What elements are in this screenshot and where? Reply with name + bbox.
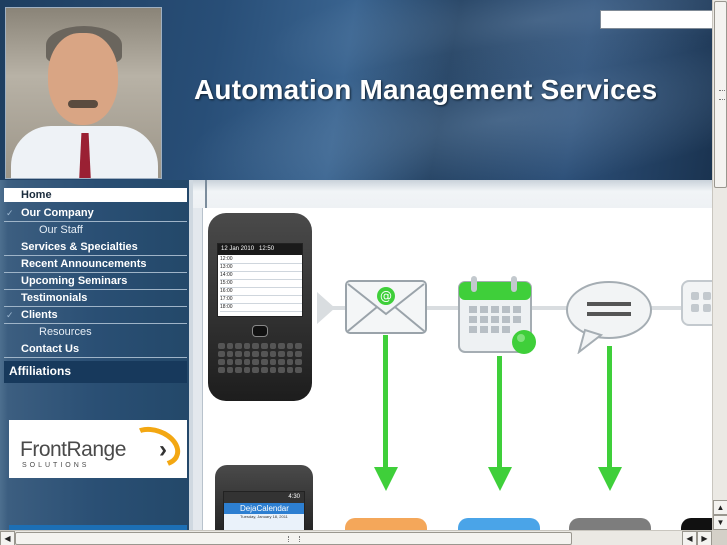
nav-item-label: Our Company bbox=[21, 207, 94, 219]
vertical-scrollbar[interactable]: ▲ ▼ bbox=[712, 0, 727, 530]
down-arrow-icon bbox=[383, 335, 388, 471]
sidebar: Home ✓ Our Company Our Staff Services & S… bbox=[0, 180, 193, 530]
nav-item-label: Testimonials bbox=[21, 292, 88, 304]
phone-status-date: 12 Jan 2010 bbox=[221, 246, 255, 252]
frontrange-logo[interactable]: FrontRange SOLUTIONS › bbox=[9, 419, 187, 478]
nav-item-label: Our Staff bbox=[39, 224, 83, 236]
logo-arc-icon bbox=[122, 419, 186, 475]
chevron-right-icon: › bbox=[159, 436, 167, 463]
calendar-row: 17:00 bbox=[220, 296, 302, 304]
calendar-row: 14:00 bbox=[220, 272, 302, 280]
vertical-scroll-thumb[interactable] bbox=[714, 1, 727, 188]
browser-viewport: Automation Management Services Home ✓ Our… bbox=[0, 0, 712, 530]
nav-item-label: Contact Us bbox=[21, 343, 80, 355]
scroll-left-button-2[interactable]: ◀ bbox=[682, 531, 697, 545]
expand-check-icon: ✓ bbox=[6, 208, 14, 218]
nav-item-label: Clients bbox=[21, 309, 58, 321]
nav-item-clients[interactable]: ✓ Clients bbox=[4, 307, 187, 324]
calendar-icon bbox=[455, 274, 543, 366]
scroll-up-button[interactable]: ▲ bbox=[713, 500, 727, 515]
nav-item-label: Upcoming Seminars bbox=[21, 275, 128, 287]
nav-item-label: Services & Specialties bbox=[21, 241, 138, 253]
logo-tagline: SOLUTIONS bbox=[22, 462, 90, 469]
calendar-row: 15:00 bbox=[220, 280, 302, 288]
search-input[interactable] bbox=[600, 10, 712, 29]
scrollbar-corner bbox=[712, 530, 727, 545]
site-header: Automation Management Services bbox=[0, 0, 712, 180]
app-title: DejaCalendar bbox=[224, 503, 304, 514]
nav-item-home[interactable]: Home bbox=[4, 188, 187, 202]
content-toolbar bbox=[193, 180, 712, 208]
svg-text:@: @ bbox=[380, 289, 392, 303]
nav-menu: Home ✓ Our Company Our Staff Services & S… bbox=[4, 188, 187, 358]
keyboard bbox=[218, 343, 302, 373]
nav-item-testimonials[interactable]: Testimonials bbox=[4, 290, 187, 307]
logo-name: FrontRange bbox=[20, 438, 126, 461]
trackpad-icon bbox=[252, 325, 268, 337]
horizontal-scrollbar[interactable]: ◀ ◀ ▶ bbox=[0, 530, 712, 545]
phone-clock: 4:30 bbox=[224, 492, 304, 503]
nav-item-contact[interactable]: Contact Us bbox=[4, 341, 187, 358]
orange-tile bbox=[345, 518, 427, 530]
owner-photo bbox=[5, 7, 162, 179]
affiliations-heading: Affiliations bbox=[4, 361, 187, 383]
calendar-row: 16:00 bbox=[220, 288, 302, 296]
nav-item-our-staff[interactable]: Our Staff bbox=[4, 222, 187, 239]
nav-item-label: Recent Announcements bbox=[21, 258, 147, 270]
phone-status-clock: 12:50 bbox=[259, 246, 275, 252]
chat-bubble-icon bbox=[565, 278, 655, 355]
scroll-left-button[interactable]: ◀ bbox=[0, 531, 15, 545]
phone-screen: 4:30 DejaCalendar Tuesday, January 18, 2… bbox=[223, 491, 305, 530]
scroll-right-button[interactable]: ▶ bbox=[697, 531, 712, 545]
calendar-row: 18:00 bbox=[220, 304, 302, 312]
down-arrow-icon bbox=[497, 356, 502, 471]
nav-item-seminars[interactable]: Upcoming Seminars bbox=[4, 273, 187, 290]
blue-tile bbox=[458, 518, 540, 530]
email-icon: @ bbox=[345, 280, 427, 334]
smartphone-image: 4:30 DejaCalendar Tuesday, January 18, 2… bbox=[215, 465, 313, 530]
black-tile bbox=[681, 518, 712, 530]
date-line: Tuesday, January 18, 2011 bbox=[240, 514, 288, 519]
expand-check-icon: ✓ bbox=[6, 310, 14, 320]
blackberry-phone-image: 12 Jan 2010 12:50 12:00 13:00 14:00 15:0… bbox=[208, 213, 312, 401]
flow-arrow-icon bbox=[317, 292, 335, 324]
nav-item-label: Resources bbox=[39, 326, 92, 338]
gray-tile bbox=[569, 518, 651, 530]
calendar-row: 12:00 bbox=[220, 256, 302, 264]
nav-item-services[interactable]: Services & Specialties bbox=[4, 239, 187, 256]
nav-item-our-company[interactable]: ✓ Our Company bbox=[4, 205, 187, 222]
scroll-down-button[interactable]: ▼ bbox=[713, 515, 727, 530]
nav-item-announcements[interactable]: Recent Announcements bbox=[4, 256, 187, 273]
horizontal-scroll-thumb[interactable] bbox=[15, 532, 572, 545]
site-title: Automation Management Services bbox=[194, 74, 658, 105]
nav-item-resources[interactable]: Resources bbox=[4, 324, 187, 341]
nav-item-label: Home bbox=[21, 189, 52, 201]
main-content: 12 Jan 2010 12:50 12:00 13:00 14:00 15:0… bbox=[193, 208, 712, 530]
keypad-icon bbox=[681, 280, 712, 326]
phone-screen: 12 Jan 2010 12:50 12:00 13:00 14:00 15:0… bbox=[217, 243, 303, 317]
down-arrow-icon bbox=[607, 346, 612, 471]
calendar-row: 13:00 bbox=[220, 264, 302, 272]
